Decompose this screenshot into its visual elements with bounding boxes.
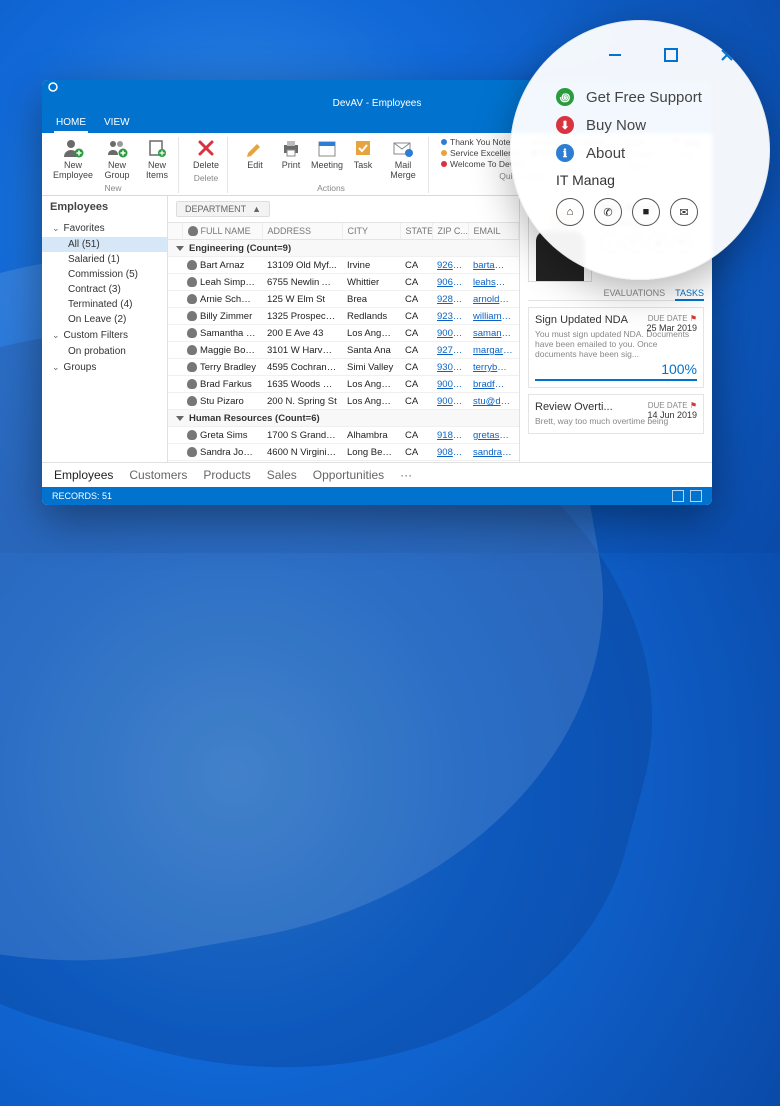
tree-probation[interactable]: On probation	[42, 344, 167, 359]
view-mode-1[interactable]	[672, 490, 684, 502]
person-icon	[188, 226, 198, 236]
lens-video-button[interactable]: ■	[632, 198, 660, 226]
magnifier-lens: ꩜Get Free Support ⬇Buy Now ℹAbout IT Man…	[510, 20, 770, 280]
nav-employees[interactable]: Employees	[54, 468, 113, 482]
tab-view[interactable]: VIEW	[102, 114, 132, 133]
sidebar-title: Employees	[42, 196, 167, 218]
cart-icon: ⬇	[556, 116, 574, 134]
delete-icon	[195, 137, 217, 159]
calendar-icon	[316, 137, 338, 159]
window-title: DevAV - Employees	[333, 98, 422, 109]
tree-favorites[interactable]: Favorites	[42, 220, 167, 237]
tree-groups[interactable]: Groups	[42, 359, 167, 376]
col-zip[interactable]: ZIP C...	[432, 223, 468, 240]
tree-salaried[interactable]: Salaried (1)	[42, 252, 167, 267]
tree-all[interactable]: All (51)	[42, 237, 167, 252]
tab-home[interactable]: HOME	[54, 114, 88, 133]
nav-more[interactable]: ···	[400, 468, 412, 482]
new-items-icon	[146, 137, 168, 159]
print-button[interactable]: Print	[276, 137, 306, 171]
support-icon: ꩜	[556, 88, 574, 106]
minimize-button[interactable]	[602, 42, 628, 68]
view-mode-2[interactable]	[690, 490, 702, 502]
sidebar: Employees Favorites All (51) Salaried (1…	[42, 196, 168, 462]
tab-tasks[interactable]: TASKS	[675, 288, 704, 301]
record-count: RECORDS: 51	[52, 491, 112, 501]
menu-about[interactable]: ℹAbout	[556, 144, 770, 162]
flag-icon: ⚑	[690, 314, 697, 323]
menu-support[interactable]: ꩜Get Free Support	[556, 88, 770, 106]
group-row[interactable]: Human Resources (Count=6)	[168, 410, 519, 427]
group-row[interactable]: Engineering (Count=9)	[168, 240, 519, 257]
tree-onleave[interactable]: On Leave (2)	[42, 312, 167, 327]
delete-button[interactable]: Delete	[191, 137, 221, 171]
nav-opportunities[interactable]: Opportunities	[313, 468, 384, 482]
info-icon: ℹ	[556, 144, 574, 162]
table-row[interactable]: Stu Pizaro200 N. Spring StLos AngelesCA9…	[168, 393, 519, 410]
task-button[interactable]: Task	[348, 137, 378, 171]
nav-products[interactable]: Products	[203, 468, 250, 482]
table-row[interactable]: Samantha Piper200 E Ave 43Los AngelesCA9…	[168, 325, 519, 342]
nav-customers[interactable]: Customers	[129, 468, 187, 482]
nav-sales[interactable]: Sales	[267, 468, 297, 482]
lens-phone-button[interactable]: ✆	[594, 198, 622, 226]
task-card[interactable]: DUE DATE ⚑25 Mar 2019 Sign Updated NDA Y…	[528, 307, 704, 389]
table-row[interactable]: Greta Sims1700 S Grandvi...AlhambraCA918…	[168, 427, 519, 444]
new-items-button[interactable]: New Items	[142, 137, 172, 181]
table-row[interactable]: Maggie Boxter3101 W Harvar...Santa AnaCA…	[168, 342, 519, 359]
table-row[interactable]: Leah Simpson6755 Newlin AveWhittierCA906…	[168, 274, 519, 291]
new-group-button[interactable]: New Group	[98, 137, 136, 181]
person-plus-icon	[62, 137, 84, 159]
table-row[interactable]: Bart Arnaz13109 Old Myf...IrvineCA92602b…	[168, 257, 519, 274]
pencil-icon	[244, 137, 266, 159]
lens-mail-button[interactable]: ✉	[670, 198, 698, 226]
lens-role: IT Manag	[510, 162, 770, 188]
tree-contract[interactable]: Contract (3)	[42, 282, 167, 297]
col-city[interactable]: CITY	[342, 223, 400, 240]
table-row[interactable]: Arnie Schwartz125 W Elm StBreaCA92821arn…	[168, 291, 519, 308]
table-row[interactable]: Brad Farkus1635 Woods Dr...Los AngelesCA…	[168, 376, 519, 393]
col-name[interactable]: FULL NAME	[182, 223, 262, 240]
table-row[interactable]: Terry Bradley4595 Cochran StSimi ValleyC…	[168, 359, 519, 376]
task-icon	[352, 137, 374, 159]
nav-bar: Employees Customers Products Sales Oppor…	[42, 462, 712, 487]
sort-asc-icon: ▲	[252, 204, 261, 214]
edit-button[interactable]: Edit	[240, 137, 270, 171]
meeting-button[interactable]: Meeting	[312, 137, 342, 171]
mail-merge-button[interactable]: Mail Merge	[384, 137, 422, 181]
group-plus-icon	[106, 137, 128, 159]
table-row[interactable]: Billy Zimmer1325 Prospect DrRedlandsCA92…	[168, 308, 519, 325]
new-employee-button[interactable]: New Employee	[54, 137, 92, 181]
flag-icon: ⚑	[690, 401, 697, 410]
task-card[interactable]: DUE DATE ⚑14 Jun 2019 Review Overti... B…	[528, 394, 704, 433]
app-icon	[48, 82, 58, 92]
tree-custom[interactable]: Custom Filters	[42, 327, 167, 344]
table-row[interactable]: Sandra Johnson4600 N Virginia...Long Bea…	[168, 444, 519, 461]
tree-commission[interactable]: Commission (5)	[42, 267, 167, 282]
close-button[interactable]	[714, 42, 740, 68]
col-state[interactable]: STATE	[400, 223, 432, 240]
group-label: New	[104, 183, 121, 193]
group-panel[interactable]: DEPARTMENT▲	[168, 196, 519, 223]
col-address[interactable]: ADDRESS	[262, 223, 342, 240]
printer-icon	[280, 137, 302, 159]
tree-terminated[interactable]: Terminated (4)	[42, 297, 167, 312]
maximize-button[interactable]	[658, 42, 684, 68]
status-bar: RECORDS: 51	[42, 487, 712, 505]
tab-evaluations[interactable]: EVALUATIONS	[603, 288, 665, 298]
menu-buy[interactable]: ⬇Buy Now	[556, 116, 770, 134]
data-grid: DEPARTMENT▲ FULL NAME ADDRESS CITY STATE…	[168, 196, 520, 462]
lens-home-button[interactable]: ⌂	[556, 198, 584, 226]
mail-merge-icon	[392, 137, 414, 159]
